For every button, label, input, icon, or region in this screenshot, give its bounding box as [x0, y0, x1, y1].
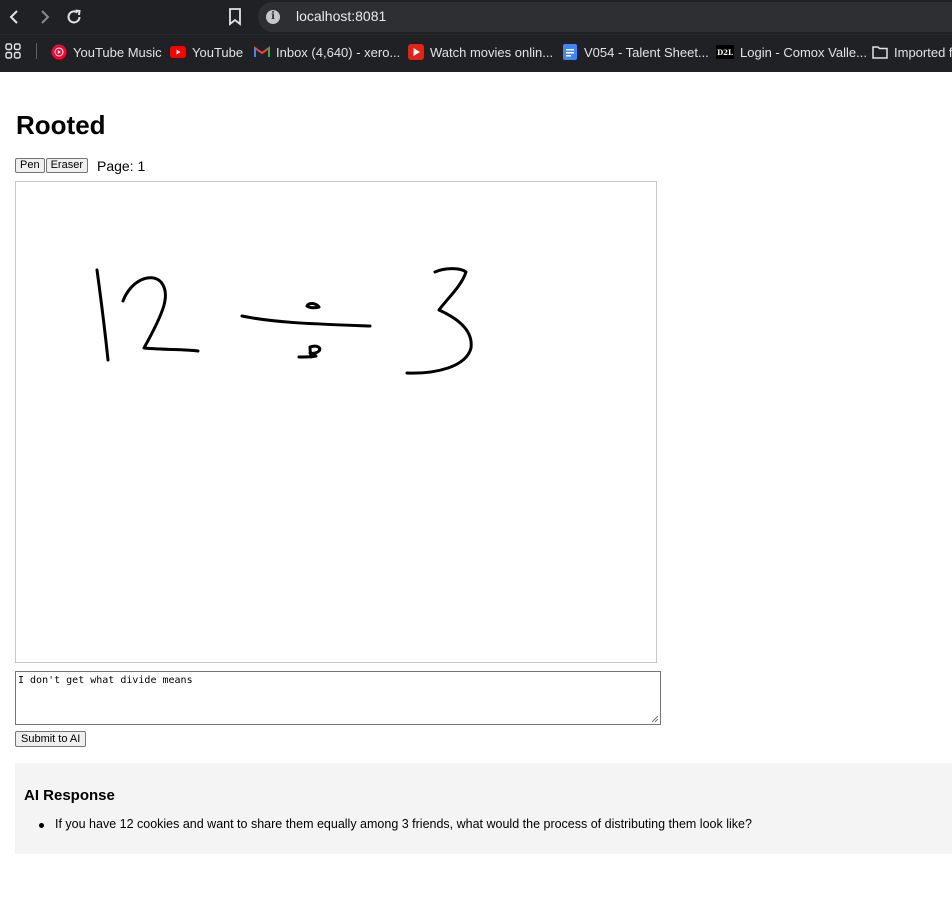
- stroke-digit-three: [405, 267, 473, 375]
- bookmark-label: Watch movies onlin...: [430, 44, 554, 60]
- bookmark-label: YouTube: [192, 44, 244, 60]
- bookmark-label: YouTube Music: [73, 44, 162, 60]
- bookmark-youtube-music[interactable]: YouTube Music: [51, 43, 162, 61]
- bookmark-label: Imported f: [894, 44, 952, 60]
- submit-to-ai-button[interactable]: Submit to AI: [15, 731, 87, 747]
- browser-toolbar: i localhost:8081: [0, 0, 952, 34]
- ai-response-heading: AI Response: [24, 787, 115, 804]
- handwritten-strokes: [95, 267, 473, 375]
- ai-response-item: If you have 12 cookies and want to share…: [39, 817, 752, 831]
- bookmark-label: Login - Comox Valle...: [740, 44, 867, 60]
- bookmark-label: Inbox (4,640) - xero...: [276, 44, 401, 60]
- reload-button[interactable]: [62, 5, 86, 29]
- resize-handle-icon[interactable]: [650, 714, 659, 723]
- stroke-digit-two: [121, 276, 200, 353]
- bookmark-imported-folder[interactable]: Imported f: [872, 43, 952, 61]
- page-title: Rooted: [16, 110, 106, 140]
- youtube-music-icon: [51, 44, 67, 60]
- youtube-icon: [170, 44, 186, 60]
- stroke-divide-bottom-dot: [297, 344, 322, 359]
- question-input[interactable]: I don't get what divide means: [15, 671, 661, 725]
- apps-grid-icon[interactable]: [5, 43, 21, 59]
- ai-response-list: If you have 12 cookies and want to share…: [39, 817, 752, 831]
- page-indicator: Page: 1: [96, 157, 146, 174]
- bookmark-youtube[interactable]: YouTube: [170, 43, 243, 61]
- d2l-icon: D2L: [716, 44, 734, 60]
- drawing-toolbar: Pen Eraser Page: 1: [15, 157, 145, 174]
- eraser-button[interactable]: Eraser: [45, 158, 88, 173]
- bookmarks-separator: [36, 43, 37, 59]
- stroke-digit-one: [95, 268, 110, 362]
- gmail-icon: [254, 44, 270, 60]
- reload-icon: [67, 9, 81, 24]
- bookmark-d2l-login[interactable]: D2L Login - Comox Valle...: [716, 43, 867, 61]
- bookmark-gmail[interactable]: Inbox (4,640) - xero...: [254, 43, 400, 61]
- bookmark-label: V054 - Talent Sheet...: [584, 44, 709, 60]
- pen-button[interactable]: Pen: [15, 158, 45, 173]
- bookmark-icon: [229, 8, 241, 26]
- docs-icon: [562, 44, 578, 60]
- svg-text:D2L: D2L: [717, 48, 733, 57]
- stroke-divide-bar: [240, 314, 372, 328]
- forward-button[interactable]: [32, 5, 56, 29]
- drawing-canvas[interactable]: [15, 181, 657, 663]
- back-button[interactable]: [3, 5, 27, 29]
- bookmark-watch-movies[interactable]: Watch movies onlin...: [408, 43, 553, 61]
- url-text[interactable]: localhost:8081: [296, 8, 386, 24]
- chevron-right-icon: [41, 10, 50, 24]
- chevron-left-icon: [9, 10, 18, 24]
- play-icon: [408, 44, 424, 60]
- site-info-icon[interactable]: i: [266, 10, 280, 24]
- stroke-divide-top-dot: [305, 302, 321, 310]
- bookmark-talent-sheet[interactable]: V054 - Talent Sheet...: [562, 43, 709, 61]
- bookmark-page-button[interactable]: [223, 5, 247, 29]
- folder-icon: [872, 44, 888, 60]
- ai-response-panel: AI Response If you have 12 cookies and w…: [15, 763, 952, 854]
